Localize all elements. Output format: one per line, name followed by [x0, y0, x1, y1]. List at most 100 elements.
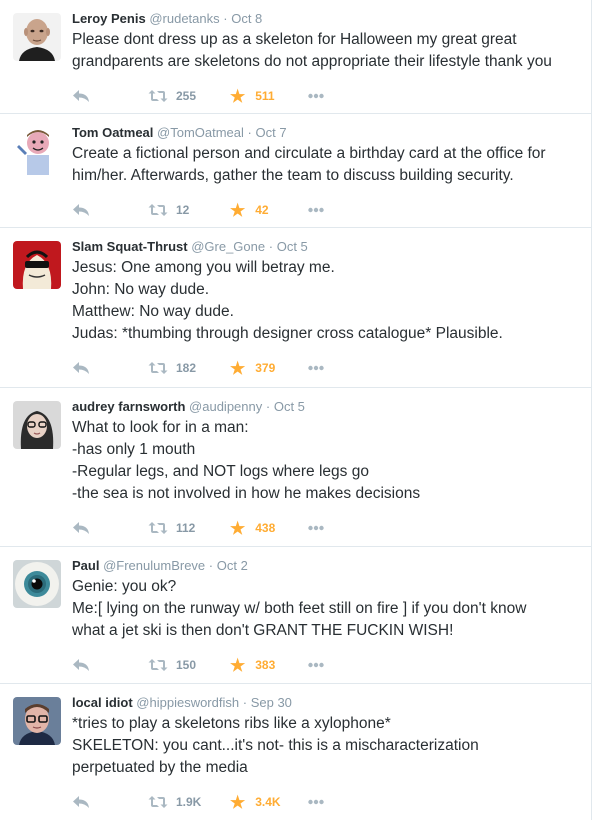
- tweet-text-line: John: No way dude.: [72, 281, 210, 298]
- avatar[interactable]: [13, 13, 61, 61]
- tweet-text: Create a fictional person and circulate …: [72, 143, 579, 187]
- favorite-button[interactable]: ★ 379: [230, 360, 308, 377]
- display-name[interactable]: local idiot: [72, 695, 133, 710]
- timestamp[interactable]: Oct 7: [256, 125, 287, 140]
- star-icon: ★: [230, 792, 246, 812]
- retweet-icon: [148, 90, 168, 102]
- reply-arrow-icon: [73, 522, 89, 534]
- tweet-text-line: perpetuated by the media: [72, 759, 248, 776]
- timestamp[interactable]: Sep 30: [251, 695, 292, 710]
- retweet-button[interactable]: 112: [148, 521, 230, 535]
- reply-button[interactable]: [72, 521, 148, 535]
- tweet-text-line: Please dont dress up as a skeleton for H…: [72, 31, 517, 48]
- tweet: audrey farnsworth @audipenny · Oct 5 Wha…: [0, 388, 591, 547]
- avatar[interactable]: [13, 241, 61, 289]
- more-button[interactable]: [308, 662, 324, 668]
- tweet-text-line: Genie: you ok?: [72, 578, 177, 595]
- tweet-text: Jesus: One among you will betray me. Joh…: [72, 257, 579, 345]
- separator: ·: [265, 399, 271, 414]
- retweet-count: 12: [176, 203, 190, 217]
- avatar-old-man-mask-image: [13, 13, 61, 61]
- ellipsis-icon: [308, 525, 324, 531]
- avatar-man-glasses-image: [13, 697, 61, 745]
- reply-button[interactable]: [72, 361, 148, 375]
- favorite-button[interactable]: ★ 42: [230, 202, 308, 219]
- reply-arrow-icon: [73, 90, 89, 102]
- favorite-button[interactable]: ★ 438: [230, 520, 308, 537]
- retweet-count: 182: [176, 361, 197, 375]
- tweet-text-line: -Regular legs, and NOT logs where legs g…: [72, 463, 369, 480]
- username[interactable]: @TomOatmeal: [157, 125, 244, 140]
- retweet-count: 1.9K: [176, 795, 202, 809]
- display-name[interactable]: Slam Squat-Thrust: [72, 239, 188, 254]
- ellipsis-icon: [308, 799, 324, 805]
- retweet-icon: [148, 796, 168, 808]
- retweet-button[interactable]: 150: [148, 658, 230, 672]
- more-button[interactable]: [308, 365, 324, 371]
- more-button[interactable]: [308, 799, 324, 805]
- reply-button[interactable]: [72, 795, 148, 809]
- username[interactable]: @audipenny: [189, 399, 262, 414]
- display-name[interactable]: audrey farnsworth: [72, 399, 185, 414]
- tweet-header: audrey farnsworth @audipenny · Oct 5: [72, 398, 579, 416]
- timestamp[interactable]: Oct 5: [274, 399, 305, 414]
- avatar[interactable]: [13, 697, 61, 745]
- reply-button[interactable]: [72, 89, 148, 103]
- tweet-text-line: Create a fictional person and circulate …: [72, 145, 546, 162]
- favorite-button[interactable]: ★ 511: [230, 88, 308, 105]
- reply-button[interactable]: [72, 203, 148, 217]
- retweet-button[interactable]: 182: [148, 361, 230, 375]
- tweet-text: Genie: you ok? Me:[ lying on the runway …: [72, 576, 579, 642]
- tweet-text-line: What to look for in a man:: [72, 419, 249, 436]
- tweet-actions: 12 ★ 42: [72, 193, 579, 227]
- tweet-actions: 182 ★ 379: [72, 351, 579, 385]
- reply-button[interactable]: [72, 658, 148, 672]
- avatar[interactable]: [13, 127, 61, 175]
- ellipsis-icon: [308, 662, 324, 668]
- timestamp[interactable]: Oct 8: [231, 11, 262, 26]
- tweet-actions: 1.9K ★ 3.4K: [72, 785, 579, 819]
- tweet-text-line: Matthew: No way dude.: [72, 303, 234, 320]
- tweet-text-line: what a jet ski is then don't GRANT THE F…: [72, 622, 454, 639]
- username[interactable]: @hippieswordfish: [136, 695, 239, 710]
- tweet: Paul @FrenulumBreve · Oct 2 Genie: you o…: [0, 547, 591, 684]
- username[interactable]: @FrenulumBreve: [103, 558, 205, 573]
- avatar-woman-glasses-image: [13, 401, 61, 449]
- tweet-text-line: Me:[ lying on the runway w/ both feet st…: [72, 600, 527, 617]
- display-name[interactable]: Leroy Penis: [72, 11, 146, 26]
- avatar[interactable]: [13, 401, 61, 449]
- ellipsis-icon: [308, 93, 324, 99]
- timestamp[interactable]: Oct 2: [217, 558, 248, 573]
- tweet-actions: 255 ★ 511: [72, 79, 579, 113]
- more-button[interactable]: [308, 207, 324, 213]
- star-icon: ★: [230, 86, 246, 106]
- avatar[interactable]: [13, 560, 61, 608]
- favorite-count: 379: [255, 361, 276, 375]
- retweet-icon: [148, 522, 168, 534]
- star-icon: ★: [230, 200, 246, 220]
- username[interactable]: @rudetanks: [149, 11, 219, 26]
- display-name[interactable]: Tom Oatmeal: [72, 125, 153, 140]
- favorite-button[interactable]: ★ 383: [230, 657, 308, 674]
- favorite-button[interactable]: ★ 3.4K: [230, 794, 308, 811]
- timestamp[interactable]: Oct 5: [277, 239, 308, 254]
- more-button[interactable]: [308, 525, 324, 531]
- favorite-count: 42: [255, 203, 269, 217]
- retweet-button[interactable]: 1.9K: [148, 795, 230, 809]
- avatar-eyeball-image: [13, 560, 61, 608]
- more-button[interactable]: [308, 93, 324, 99]
- tweet-feed: Leroy Penis @rudetanks · Oct 8 Please do…: [0, 0, 592, 820]
- tweet: Tom Oatmeal @TomOatmeal · Oct 7 Create a…: [0, 114, 591, 228]
- tweet-text: *tries to play a skeletons ribs like a x…: [72, 713, 579, 779]
- username[interactable]: @Gre_Gone: [191, 239, 265, 254]
- tweet-text-line: -has only 1 mouth: [72, 441, 196, 458]
- display-name[interactable]: Paul: [72, 558, 99, 573]
- reply-arrow-icon: [73, 796, 89, 808]
- star-icon: ★: [230, 358, 246, 378]
- separator: ·: [247, 125, 252, 140]
- retweet-count: 255: [176, 89, 197, 103]
- retweet-button[interactable]: 12: [148, 203, 230, 217]
- separator: ·: [223, 11, 228, 26]
- ellipsis-icon: [308, 207, 324, 213]
- retweet-button[interactable]: 255: [148, 89, 230, 103]
